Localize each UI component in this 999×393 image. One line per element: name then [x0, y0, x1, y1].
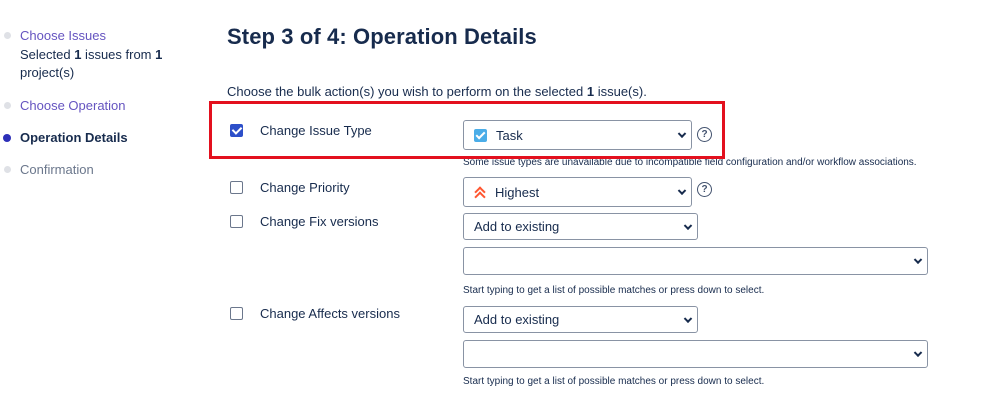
affects-versions-hint: Start typing to get a list of possible m… [463, 376, 765, 387]
fix-versions-picker[interactable] [463, 247, 928, 275]
step-selection-summary: Selected 1 issues from 1 project(s) [20, 47, 163, 80]
affects-versions-mode-select[interactable]: Add to existing [463, 306, 698, 333]
change-fix-versions-checkbox[interactable] [230, 215, 243, 228]
change-priority-label: Change Priority [260, 180, 350, 195]
fix-versions-mode-value: Add to existing [474, 219, 560, 234]
step-label[interactable]: Choose Operation [20, 98, 126, 113]
fix-versions-mode-select[interactable]: Add to existing [463, 213, 698, 240]
page-title: Step 3 of 4: Operation Details [227, 24, 537, 49]
change-fix-versions-label: Change Fix versions [260, 214, 379, 229]
help-icon[interactable]: ? [697, 182, 712, 197]
priority-select[interactable]: Highest [463, 177, 692, 207]
chevron-down-icon [913, 348, 923, 358]
step-label[interactable]: Choose Issues [20, 28, 106, 43]
fix-versions-hint: Start typing to get a list of possible m… [463, 285, 765, 296]
step-label: Operation Details [20, 130, 128, 145]
chevron-down-icon [683, 221, 693, 230]
step-pending-dot [4, 166, 11, 173]
change-affects-versions-label: Change Affects versions [260, 306, 400, 321]
affects-versions-picker[interactable] [463, 340, 928, 368]
affects-versions-mode-value: Add to existing [474, 312, 560, 327]
priority-value: Highest [495, 184, 540, 200]
change-affects-versions-checkbox[interactable] [230, 307, 243, 320]
step-current-dot [3, 134, 11, 142]
chevron-down-icon [683, 314, 693, 323]
instructions: Choose the bulk action(s) you wish to pe… [227, 84, 647, 99]
step-completed-dot [4, 102, 11, 109]
step-label: Confirmation [20, 162, 94, 177]
chevron-down-icon [677, 186, 687, 196]
chevron-down-icon [913, 255, 923, 265]
change-priority-checkbox[interactable] [230, 181, 243, 194]
step-completed-dot [4, 32, 11, 39]
priority-highest-icon [474, 186, 486, 198]
annotation-highlight-box [209, 101, 725, 159]
